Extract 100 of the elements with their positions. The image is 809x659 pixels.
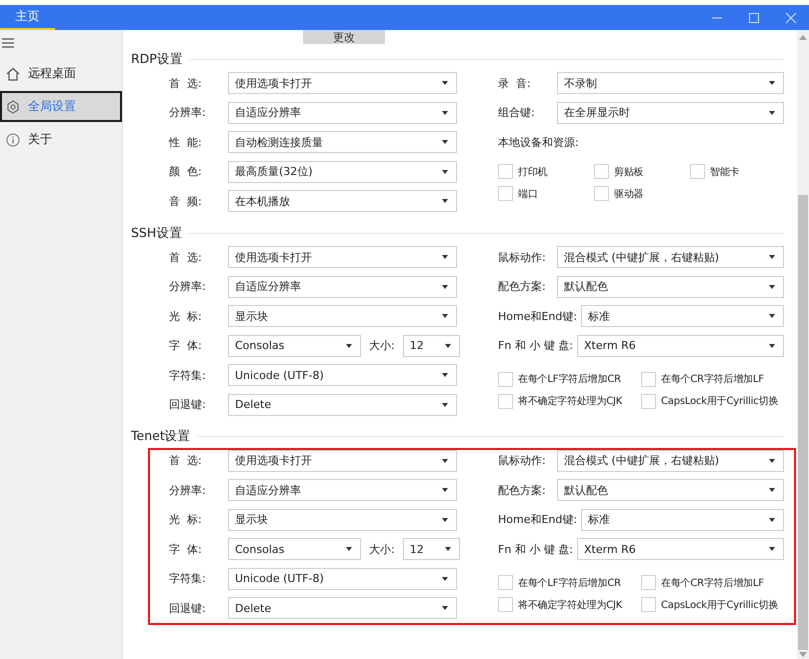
caret-icon	[769, 255, 775, 259]
caret-icon	[769, 488, 775, 492]
sidebar-item[interactable]: 远程桌面	[0, 58, 122, 89]
field-label: 首 选:	[169, 76, 203, 90]
checkbox-label: 在每个LF字符后增加CR	[518, 576, 621, 590]
caret-icon	[442, 170, 448, 174]
caret-icon	[442, 314, 448, 318]
dropdown[interactable]: 12	[402, 538, 460, 560]
field-label: 音 频:	[169, 194, 203, 208]
dropdown[interactable]: Delete	[228, 597, 457, 619]
caret-icon	[442, 284, 448, 288]
menu-icon[interactable]	[2, 38, 14, 48]
checkbox[interactable]	[498, 372, 513, 386]
settings-icon	[6, 100, 20, 114]
field-label: 回退键:	[169, 397, 207, 412]
dropdown[interactable]: 12	[402, 334, 460, 356]
caret-icon	[442, 488, 448, 492]
dropdown[interactable]: 显示块	[228, 508, 457, 530]
dropdown[interactable]: Unicode (UTF-8)	[228, 364, 457, 386]
checkbox[interactable]	[594, 186, 609, 201]
dropdown[interactable]: Consolas	[228, 334, 361, 356]
dropdown[interactable]: 自适应分辨率	[228, 479, 457, 501]
close-icon	[784, 12, 796, 24]
checkbox[interactable]	[498, 575, 513, 590]
field-label: 性 能:	[169, 134, 203, 150]
checkbox-label: 在每个CR字符后增加LF	[661, 576, 764, 590]
dropdown[interactable]: 标准	[581, 305, 784, 327]
field-label: Home和End键:	[498, 512, 578, 527]
caret-icon	[442, 458, 448, 462]
dropdown[interactable]: 自动检测连接质量	[228, 131, 457, 153]
caret-icon	[769, 284, 775, 288]
section-title: Tenet设置	[131, 428, 191, 445]
checkbox-label: 驱动器	[614, 188, 644, 200]
caret-icon	[769, 110, 775, 114]
checkbox[interactable]	[641, 597, 656, 612]
checkbox-label: 在每个LF字符后增加CR	[518, 372, 621, 386]
caret-icon	[442, 140, 448, 144]
dropdown[interactable]: 不录制	[557, 72, 784, 94]
dropdown[interactable]: Xterm R6	[577, 538, 784, 560]
caret-icon	[346, 547, 352, 551]
field-label: 录 音:	[498, 76, 532, 90]
dropdown[interactable]: 混合模式 (中键扩展，右键粘贴)	[557, 246, 784, 268]
dropdown[interactable]: 显示块	[228, 305, 457, 327]
caret-icon	[442, 255, 448, 259]
dropdown[interactable]: 使用选项卡打开	[228, 72, 457, 94]
field-label: 字 体:	[169, 338, 203, 353]
dropdown[interactable]: 在本机播放	[228, 190, 457, 212]
dropdown[interactable]: 自适应分辨率	[228, 102, 457, 124]
dropdown[interactable]: 混合模式 (中键扩展，右键粘贴)	[557, 450, 784, 472]
dropdown[interactable]: 默认配色	[557, 276, 784, 298]
scrollbar[interactable]	[797, 30, 809, 659]
sidebar-item[interactable]: 关于	[0, 124, 122, 155]
checkbox[interactable]	[641, 575, 656, 590]
change-button[interactable]: 更改	[303, 30, 385, 44]
dropdown[interactable]: 自适应分辨率	[228, 276, 457, 298]
checkbox[interactable]	[498, 597, 513, 612]
field-label: 分辨率:	[169, 279, 207, 294]
checkbox[interactable]	[498, 186, 513, 201]
dropdown[interactable]: Consolas	[228, 538, 361, 560]
home-icon	[6, 66, 20, 80]
dropdown[interactable]: 标准	[581, 508, 784, 530]
checkbox[interactable]	[641, 394, 656, 408]
field-label: 字符集:	[169, 368, 207, 382]
dropdown[interactable]: 使用选项卡打开	[228, 246, 457, 268]
section-title: SSH设置	[131, 224, 182, 242]
dropdown[interactable]: Delete	[228, 394, 457, 416]
field-label: 大小:	[369, 338, 395, 353]
checkbox[interactable]	[498, 394, 513, 408]
caret-icon	[442, 518, 448, 522]
checkbox-label: 在每个CR字符后增加LF	[661, 372, 764, 386]
field-label: 配色方案:	[498, 279, 547, 294]
caret-icon	[769, 458, 775, 462]
field-label: 鼠标动作:	[498, 250, 547, 264]
field-label: 首 选:	[169, 250, 203, 264]
caret-icon	[769, 344, 775, 348]
dropdown[interactable]: Unicode (UTF-8)	[228, 568, 457, 590]
checkbox[interactable]	[690, 164, 705, 179]
dropdown[interactable]: 默认配色	[557, 479, 784, 501]
checkbox-label: 将不确定字符处理为CJK	[518, 598, 622, 612]
caret-icon	[442, 199, 448, 203]
caret-icon	[442, 606, 448, 610]
caret-icon	[769, 547, 775, 551]
scroll-down-icon[interactable]	[799, 652, 807, 657]
field-label: 分辨率:	[169, 105, 207, 120]
dropdown[interactable]: 最高质量(32位)	[228, 160, 457, 182]
caret-icon	[444, 547, 451, 551]
field-label: 鼠标动作:	[498, 453, 547, 468]
field-label: 光 标:	[169, 512, 203, 527]
field-label: Fn 和 小 键 盘:	[498, 542, 573, 556]
checkbox[interactable]	[641, 372, 656, 386]
caret-icon	[442, 373, 448, 377]
dropdown[interactable]: 在全屏显示时	[557, 102, 784, 124]
checkbox[interactable]	[498, 164, 513, 179]
scroll-up-icon[interactable]	[799, 35, 807, 40]
checkbox[interactable]	[594, 164, 609, 179]
dropdown[interactable]: 使用选项卡打开	[228, 450, 457, 472]
field-label: Home和End键:	[498, 308, 578, 324]
field-label: 组合键:	[498, 105, 536, 120]
checkbox-label: 智能卡	[710, 166, 740, 178]
dropdown[interactable]: Xterm R6	[577, 334, 784, 356]
